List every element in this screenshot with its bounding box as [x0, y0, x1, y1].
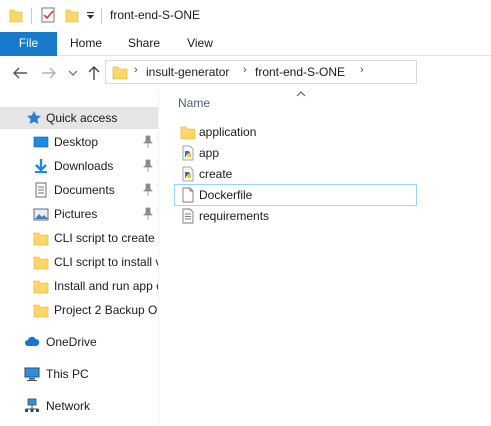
python-file-icon: [180, 166, 196, 182]
blank-file-icon: [180, 187, 196, 203]
ribbon-tabs: File Home Share View: [0, 32, 491, 56]
back-arrow-icon[interactable]: [11, 65, 29, 81]
properties-icon[interactable]: [41, 7, 55, 26]
nav-quick-access[interactable]: Quick access: [0, 107, 158, 129]
file-name: app: [199, 146, 220, 160]
folder-icon: [33, 254, 49, 270]
recent-locations-chevron-icon[interactable]: [64, 65, 82, 81]
navigation-pane: Quick access Desktop Downloads Documents: [0, 90, 158, 426]
breadcrumb-insult-generator[interactable]: insult-generator: [146, 65, 229, 79]
nav-item-recent-folder[interactable]: Install and run app o: [0, 275, 158, 297]
folder-icon: [33, 302, 49, 318]
nav-item-documents[interactable]: Documents: [0, 179, 158, 201]
nav-item-pictures[interactable]: Pictures: [0, 203, 158, 225]
nav-label: CLI script to create s: [54, 231, 158, 245]
nav-item-this-pc[interactable]: This PC: [0, 363, 158, 385]
pin-icon: [143, 207, 153, 221]
nav-label: Documents: [54, 183, 115, 197]
folder-icon: [33, 278, 49, 294]
file-name: Dockerfile: [199, 188, 253, 202]
folder-icon[interactable]: [9, 7, 23, 23]
nav-label: Pictures: [54, 207, 98, 221]
downloads-icon: [33, 158, 49, 174]
nav-label: Install and run app o: [54, 279, 158, 293]
nav-item-recent-folder[interactable]: CLI script to install v: [0, 251, 158, 273]
pin-icon: [143, 135, 153, 149]
tab-share[interactable]: Share: [120, 32, 168, 56]
tab-file[interactable]: File: [0, 32, 57, 56]
breadcrumb-front-end-s-one[interactable]: front-end-S-ONE: [255, 65, 345, 79]
folder-icon: [180, 124, 196, 140]
folder-icon: [33, 230, 49, 246]
file-name: application: [199, 125, 257, 139]
customize-dropdown-icon[interactable]: [86, 10, 95, 24]
desktop-icon: [33, 134, 49, 150]
network-icon: [24, 398, 40, 414]
file-row-application[interactable]: application: [174, 121, 417, 143]
nav-item-desktop[interactable]: Desktop: [0, 131, 158, 153]
nav-item-recent-folder[interactable]: Project 2 Backup O: [0, 299, 158, 321]
address-bar[interactable]: › insult-generator › front-end-S-ONE ›: [105, 60, 417, 84]
title-bar: front-end-S-ONE: [0, 0, 491, 32]
file-list: Name application app create Dockerfile r…: [168, 90, 491, 426]
nav-label: Project 2 Backup O: [54, 303, 158, 317]
forward-arrow-icon[interactable]: [40, 65, 58, 81]
text-file-icon: [180, 208, 196, 224]
breadcrumb-chevron-icon[interactable]: ›: [360, 64, 364, 76]
nav-item-network[interactable]: Network: [0, 395, 158, 417]
nav-label: This PC: [46, 367, 89, 381]
nav-item-recent-folder[interactable]: CLI script to create s: [0, 227, 158, 249]
nav-item-onedrive[interactable]: OneDrive: [0, 331, 158, 353]
nav-label: Downloads: [54, 159, 114, 173]
file-row-app[interactable]: app: [174, 142, 417, 164]
tab-view[interactable]: View: [176, 32, 224, 56]
pin-icon: [143, 159, 153, 173]
nav-label: Desktop: [54, 135, 99, 149]
file-name: create: [199, 167, 233, 181]
cloud-icon: [24, 334, 40, 350]
nav-label: CLI script to install v: [54, 255, 158, 269]
computer-icon: [24, 366, 40, 382]
up-arrow-icon[interactable]: [85, 65, 103, 81]
nav-label: Network: [46, 399, 91, 413]
folder-icon: [112, 64, 128, 83]
pane-divider[interactable]: [158, 90, 159, 426]
python-file-icon: [180, 145, 196, 161]
sort-ascending-icon: [296, 86, 306, 100]
file-row-dockerfile[interactable]: Dockerfile: [174, 184, 417, 206]
breadcrumb-chevron-icon[interactable]: ›: [243, 64, 247, 76]
pin-icon: [143, 183, 153, 197]
breadcrumb-chevron-icon[interactable]: ›: [134, 64, 138, 76]
file-row-create[interactable]: create: [174, 163, 417, 185]
nav-label: Quick access: [46, 111, 118, 125]
new-folder-icon[interactable]: [65, 7, 79, 26]
title-separator: [101, 8, 102, 24]
column-header-name[interactable]: Name: [178, 96, 210, 110]
toolbar-separator: [31, 8, 32, 24]
file-name: requirements: [199, 209, 270, 223]
window-title: front-end-S-ONE: [110, 8, 201, 22]
documents-icon: [33, 182, 49, 198]
nav-label: OneDrive: [46, 335, 97, 349]
pictures-icon: [33, 206, 49, 222]
nav-item-downloads[interactable]: Downloads: [0, 155, 158, 177]
file-row-requirements[interactable]: requirements: [174, 205, 417, 227]
star-icon: [26, 110, 42, 126]
tab-home[interactable]: Home: [62, 32, 110, 56]
